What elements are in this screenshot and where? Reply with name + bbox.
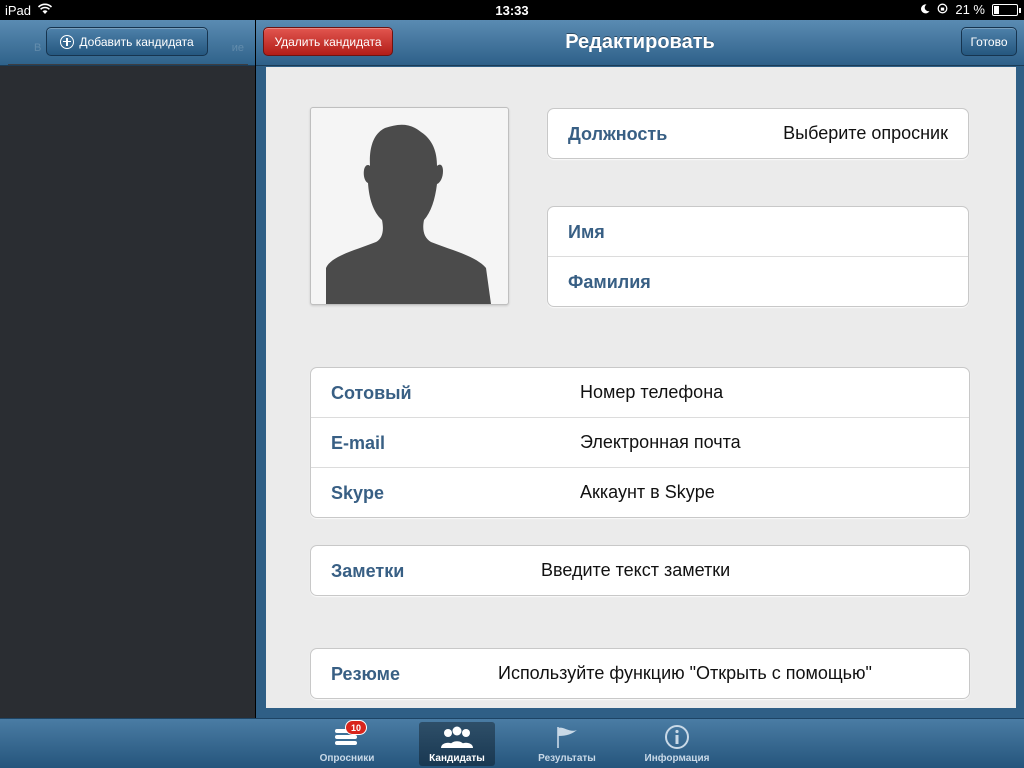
rotation-lock-icon [937,2,948,17]
status-time: 13:33 [495,3,529,18]
notes-field[interactable]: Введите текст заметки [541,560,730,581]
skype-field[interactable]: Аккаунт в Skype [580,482,715,503]
phone-field[interactable]: Номер телефона [580,382,723,403]
position-label: Должность [568,124,668,144]
position-group: Должность Выберите опросник [547,108,969,159]
first-name-row[interactable]: Имя [548,207,968,257]
last-name-row[interactable]: Фамилия [548,257,968,307]
position-value: Выберите опросник [783,123,948,143]
list-divider [8,64,248,65]
tab-label-candidates: Кандидаты [429,753,485,764]
email-row[interactable]: E-mail Электронная почта [311,418,969,468]
add-candidate-button[interactable]: Добавить кандидата [46,27,208,56]
page-title: Редактировать [565,31,715,53]
person-silhouette-icon [326,124,491,304]
candidates-list-pane: В ие Добавить кандидата [0,20,255,718]
tab-label-results: Результаты [538,753,596,764]
skype-row[interactable]: Skype Аккаунт в Skype [311,468,969,518]
contacts-group: Сотовый Номер телефона E-mail Электронна… [310,367,970,518]
tab-questionnaires[interactable]: 10 Опросники [309,720,385,766]
questionnaires-badge: 10 [345,720,367,735]
list-icon: 10 [327,720,367,750]
info-icon [657,724,697,750]
skype-label: Skype [331,483,385,503]
notes-label: Заметки [331,561,405,581]
tab-information[interactable]: Информация [639,722,715,766]
candidate-photo[interactable] [310,107,509,305]
edit-form: Должность Выберите опросник Имя Фамилия … [266,67,1016,708]
battery-percent: 21 % [955,2,985,17]
tab-label-questionnaires: Опросники [319,753,375,764]
status-right: 21 % [920,2,1021,17]
email-label: E-mail [331,433,386,453]
hidden-label-right: ие [231,42,244,54]
position-row[interactable]: Должность Выберите опросник [548,109,968,159]
people-icon [437,724,477,750]
moon-icon [920,2,930,17]
flag-icon [547,724,587,750]
tab-results[interactable]: Результаты [529,722,605,766]
phone-row[interactable]: Сотовый Номер телефона [311,368,969,418]
last-name-label: Фамилия [568,272,651,292]
resume-row[interactable]: Резюме Используйте функцию "Открыть с по… [311,649,969,699]
first-name-label: Имя [568,222,605,242]
hidden-label-left: В [34,42,42,54]
plus-circle-icon [60,34,75,49]
phone-label: Сотовый [331,383,412,403]
resume-group: Резюме Используйте функцию "Открыть с по… [310,648,970,699]
battery-icon [992,3,1021,16]
status-bar: iPad 13:33 21 % [0,0,1024,20]
tab-bar: 10 Опросники Кандидаты Результаты Информ… [0,718,1024,768]
tab-candidates[interactable]: Кандидаты [419,722,495,766]
navigation-bar: Удалить кандидата Редактировать Готово [256,20,1024,66]
tab-label-information: Информация [644,753,710,764]
notes-group: Заметки Введите текст заметки [310,545,970,596]
name-group: Имя Фамилия [547,206,969,307]
left-toolbar: В ие Добавить кандидата [0,20,255,66]
add-candidate-label: Добавить кандидата [79,34,194,49]
resume-value: Используйте функцию "Открыть с помощью" [498,663,872,683]
edit-candidate-pane: Удалить кандидата Редактировать Готово Д… [256,20,1024,718]
resume-label: Резюме [331,664,400,684]
done-button[interactable]: Готово [961,27,1017,56]
battery-fill [994,5,999,14]
email-field[interactable]: Электронная почта [580,432,741,453]
notes-row[interactable]: Заметки Введите текст заметки [311,546,969,596]
